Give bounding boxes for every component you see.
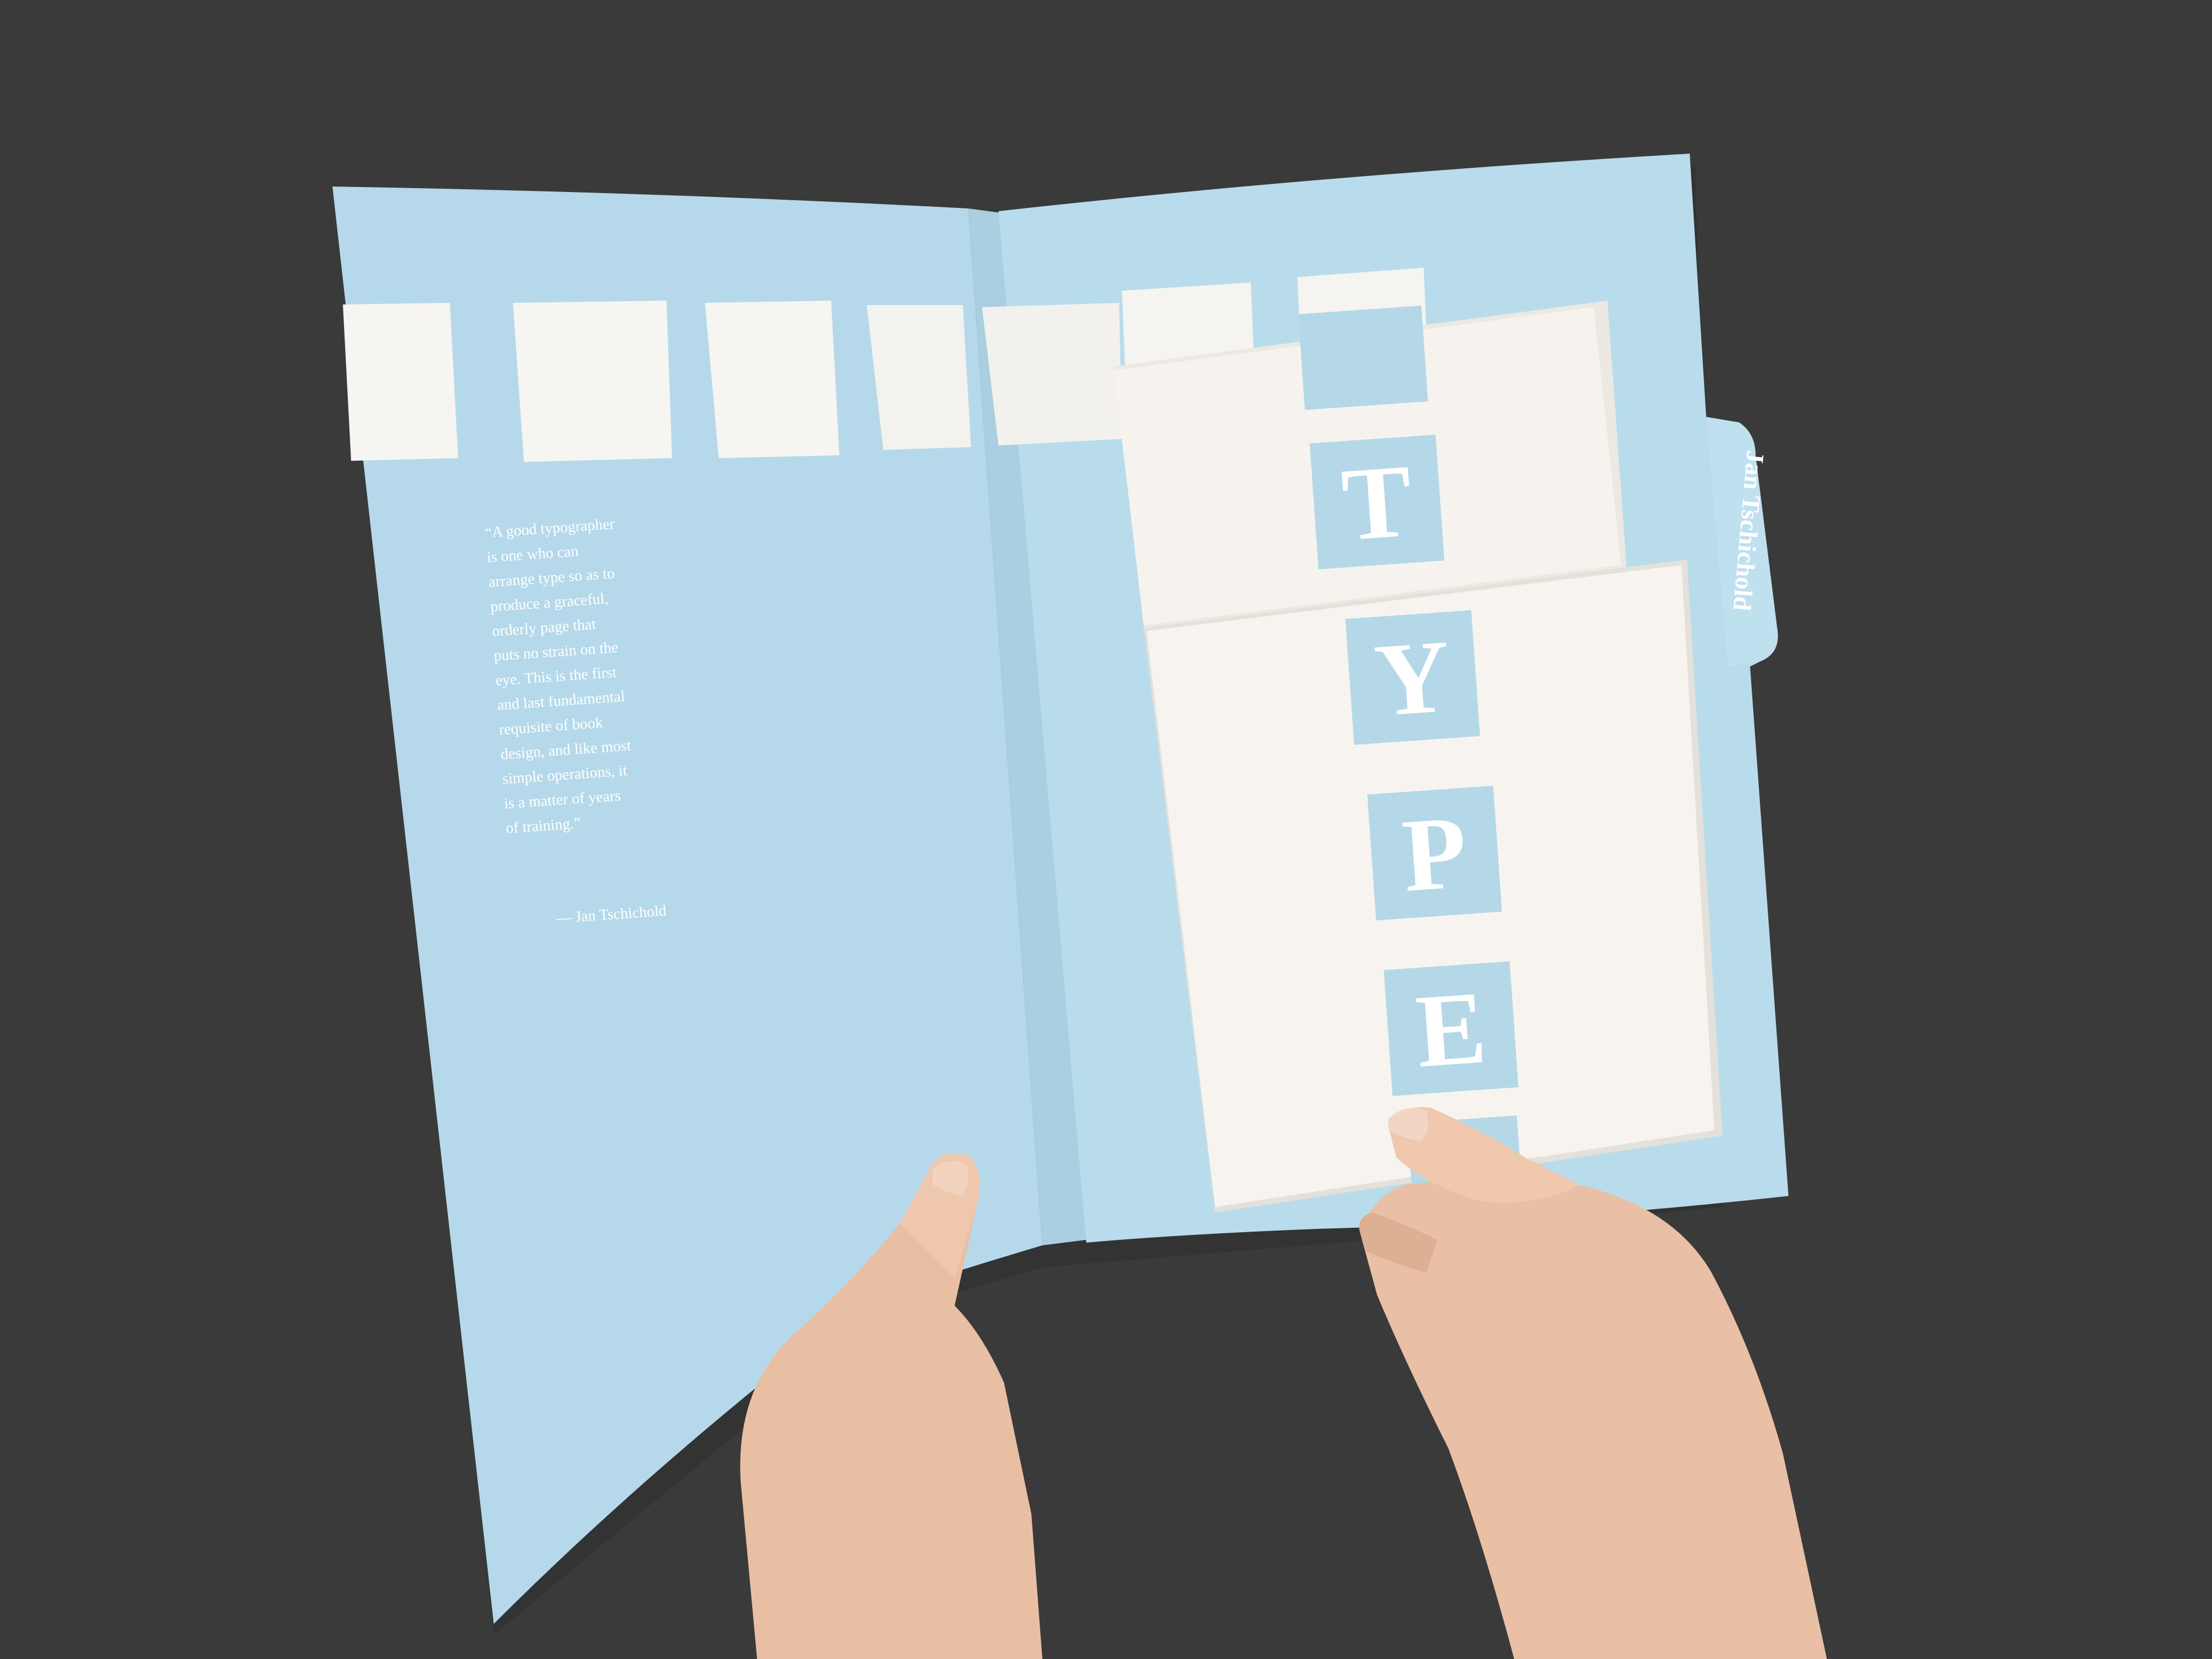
type-letter-block: T bbox=[1310, 435, 1444, 569]
type-letter: E bbox=[1413, 970, 1490, 1090]
type-stub-square bbox=[1298, 306, 1428, 410]
type-letter-block: E bbox=[1384, 961, 1519, 1096]
type-letter: Y bbox=[1371, 618, 1454, 738]
type-letter: P bbox=[1399, 794, 1470, 914]
strip-square bbox=[513, 301, 672, 462]
strip-square bbox=[982, 303, 1122, 445]
type-letter-block: P bbox=[1367, 786, 1502, 921]
strip-square bbox=[705, 301, 839, 458]
strip-square bbox=[867, 305, 971, 450]
photo-scene: Jan Tschichold “A good typographeris one… bbox=[0, 0, 2212, 1659]
strip-square bbox=[343, 303, 458, 461]
type-letter: T bbox=[1339, 443, 1416, 563]
type-letter-block: Y bbox=[1345, 610, 1480, 745]
